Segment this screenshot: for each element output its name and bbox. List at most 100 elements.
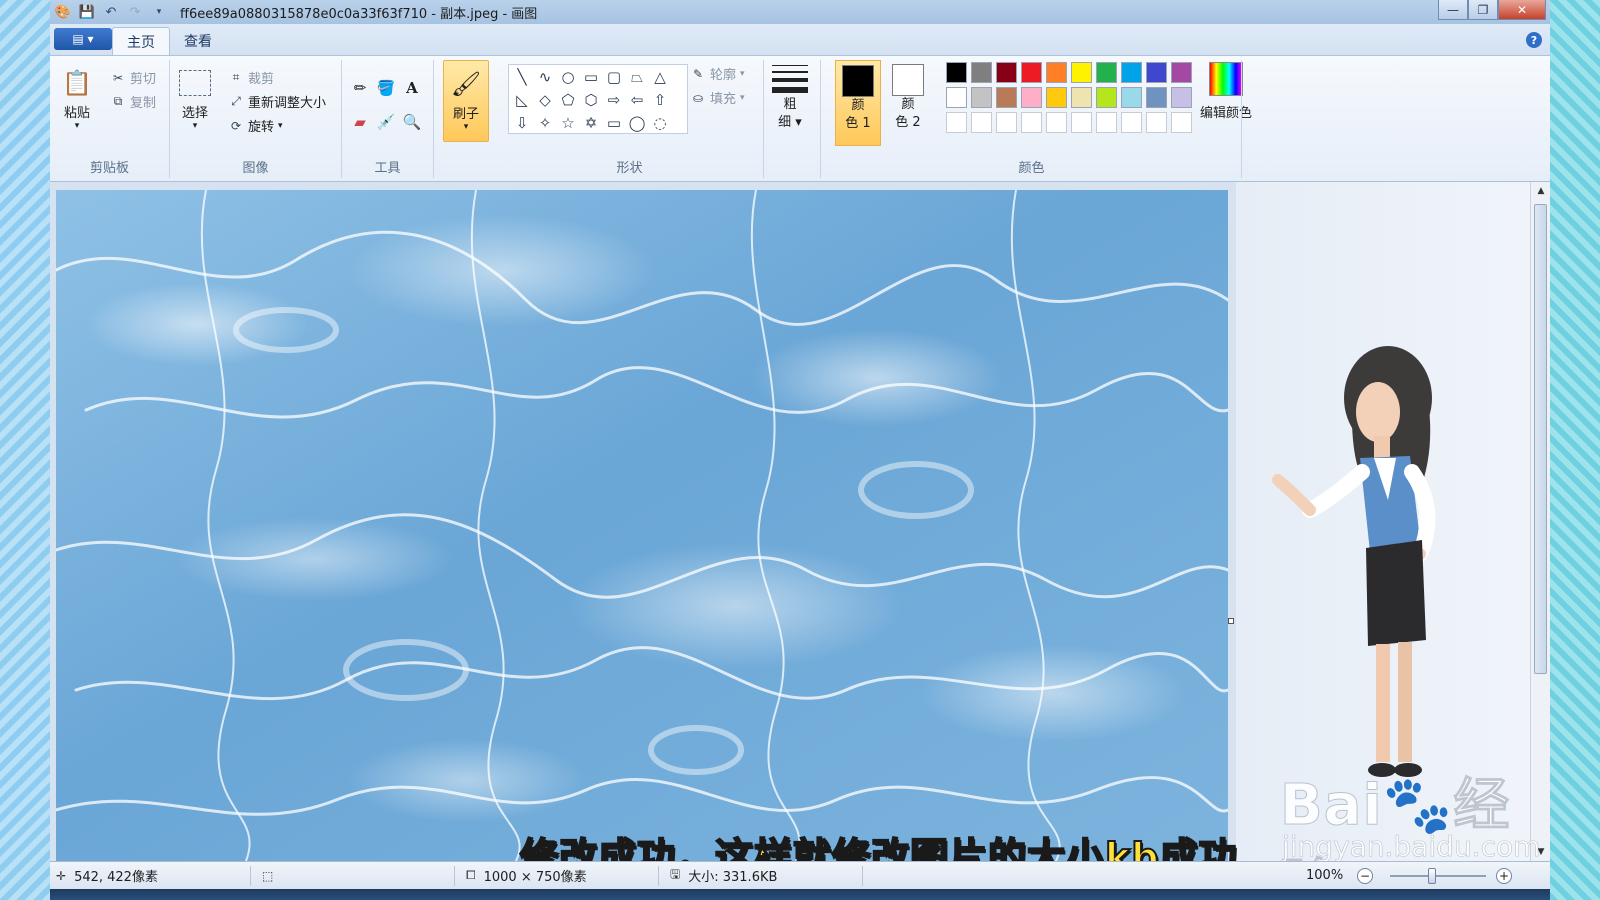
dimensions-icon: ⧠ [466, 868, 476, 882]
image-dimensions: ⧠ 1000 × 750像素 [466, 868, 587, 885]
maximize-button[interactable]: ❐ [1468, 0, 1498, 20]
resize-icon: ⤢ [231, 94, 241, 108]
drawing-canvas[interactable] [56, 190, 1228, 861]
shape-option-icon[interactable]: ◇ [534, 89, 556, 111]
eraser-icon[interactable]: ▰ [348, 110, 372, 134]
text-tool-icon[interactable]: A [400, 76, 424, 100]
zoom-slider-thumb[interactable] [1428, 868, 1436, 884]
shape-option-icon[interactable]: ⬠ [557, 89, 579, 111]
zoom-slider-track[interactable] [1390, 875, 1486, 877]
chevron-down-icon: ▾ [463, 122, 469, 132]
clipboard-group: 📋 粘贴 ▾ ✂ 剪切 ⧉ 复制 剪贴板 [50, 60, 170, 178]
outline-pen-icon: ✎ [692, 66, 704, 81]
image-group-label: 图像 [242, 161, 269, 176]
magnifier-icon[interactable]: 🔍 [400, 110, 424, 134]
shape-option-icon[interactable]: ⬡ [580, 89, 602, 111]
size-label-2: 细 ▾ [778, 115, 802, 130]
size-button[interactable]: 粗 细 ▾ [772, 62, 808, 132]
outline-button[interactable]: ✎ 轮廓 ▾ [690, 64, 745, 84]
ribbon: 📋 粘贴 ▾ ✂ 剪切 ⧉ 复制 剪贴板 选择 ▾ ⌗ 裁剪 ⤢ 重新调整大小 … [50, 56, 1550, 182]
resize-label: 重新调整大小 [248, 96, 327, 111]
close-button[interactable]: ✕ [1498, 0, 1546, 20]
chevron-down-icon: ▾ [740, 92, 745, 103]
crop-label: 裁剪 [248, 72, 275, 87]
desktop-background-left [0, 0, 50, 900]
zoom-out-icon[interactable]: − [1357, 868, 1373, 884]
shape-option-icon[interactable]: ☆ [557, 112, 579, 134]
colors-group-label: 颜色 [1018, 161, 1045, 176]
paint-window: 🎨 💾 ↶ ↷ ▾ ff6ee89a0880315878e0c0a33f63f7… [50, 0, 1550, 900]
shape-option-icon[interactable]: ▭ [580, 66, 602, 88]
shape-option-icon[interactable]: ○ [557, 66, 579, 88]
shape-option-icon[interactable]: ◺ [511, 89, 533, 111]
scrollbar-thumb[interactable] [1534, 204, 1547, 674]
zoom-level: 100% [1306, 868, 1344, 883]
colors-group: 颜色 [822, 60, 1242, 178]
paste-button[interactable]: 📋 粘贴 ▾ [60, 64, 94, 131]
shape-option-icon[interactable]: ✡ [580, 112, 602, 134]
tools-group: ✏ 🪣 A ▰ 💉 🔍 工具 [342, 60, 434, 178]
image-group: 选择 ▾ ⌗ 裁剪 ⤢ 重新调整大小 ⟳ 旋转 ▾ 图像 [170, 60, 342, 178]
shapes-gallery: ╲ ∿ ○ ▭ ▢ ⏢ △ ◺ ◇ ⬠ ⬡ ⇨ ⇦ ⇧ ⇩ ✧ ☆ ✡ ▭ ◯ ◌ [508, 64, 688, 134]
shape-option-icon[interactable]: ◯ [626, 112, 648, 134]
brush-icon: 🖌 [450, 70, 482, 98]
paw-icon: 🐾 [1382, 773, 1454, 839]
copy-icon: ⧉ [113, 94, 123, 108]
crop-icon: ⌗ [232, 70, 240, 84]
desktop-background-right [1550, 0, 1600, 900]
crop-button[interactable]: ⌗ 裁剪 [228, 68, 274, 87]
customize-toolbar-icon[interactable]: ▾ [150, 3, 168, 21]
tab-view[interactable]: 查看 [170, 27, 226, 55]
help-icon[interactable]: ? [1526, 32, 1542, 48]
shape-option-icon[interactable]: ⇩ [511, 112, 533, 134]
fill-button[interactable]: ⛀ 填充 ▾ [690, 88, 745, 108]
shapes-group-label: 形状 [616, 161, 643, 176]
scroll-up-icon[interactable]: ▲ [1531, 182, 1550, 200]
scissors-icon: ✂ [112, 70, 124, 85]
shape-option-icon[interactable]: ▢ [603, 66, 625, 88]
select-button[interactable]: 选择 ▾ [178, 64, 212, 131]
brushes-button[interactable]: 🖌 刷子 ▾ [443, 60, 489, 142]
minimize-button[interactable]: — [1438, 0, 1468, 20]
cut-button[interactable]: ✂ 剪切 [110, 68, 156, 88]
shape-option-icon[interactable]: ⇧ [649, 89, 671, 111]
shape-option-icon[interactable]: △ [649, 66, 671, 88]
shape-option-icon[interactable]: ▭ [603, 112, 625, 134]
crosshair-icon: ✛ [56, 868, 67, 883]
fill-bucket-icon[interactable]: 🪣 [374, 76, 398, 100]
paint-app-icon[interactable]: 🎨 [54, 3, 72, 21]
color-picker-icon[interactable]: 💉 [374, 110, 398, 134]
canvas-resize-handle[interactable] [1228, 618, 1234, 624]
disk-icon: 🖫 [670, 867, 681, 881]
zoom-in-icon[interactable]: + [1496, 868, 1512, 884]
tab-home[interactable]: 主页 [112, 27, 170, 55]
chevron-down-icon: ▾ [740, 68, 745, 79]
shape-option-icon[interactable]: ∿ [534, 66, 556, 88]
select-label: 选择 [181, 106, 208, 121]
water-caustics-image [56, 190, 1228, 861]
cursor-position: ✛ 542, 422像素 [56, 868, 158, 886]
window-title: ff6ee89a0880315878e0c0a33f63f710 - 副本.jp… [180, 6, 538, 22]
presenter-character [1272, 346, 1436, 777]
shape-option-icon[interactable]: ⇨ [603, 89, 625, 111]
paint-menu-button[interactable]: ▤ ▾ [54, 28, 112, 50]
line-width-icon [772, 62, 808, 96]
shape-option-icon[interactable]: ✧ [534, 112, 556, 134]
shape-option-icon[interactable]: ◌ [649, 112, 671, 134]
shape-option-icon[interactable]: ⏢ [626, 66, 648, 88]
redo-icon[interactable]: ↷ [126, 3, 144, 21]
pencil-icon[interactable]: ✏ [348, 76, 372, 100]
brushes-label: 刷子 [452, 107, 479, 122]
rotate-button[interactable]: ⟳ 旋转 ▾ [228, 116, 283, 136]
fill-label: 填充 [710, 92, 737, 107]
shape-option-icon[interactable]: ⇦ [626, 89, 648, 111]
undo-icon[interactable]: ↶ [102, 3, 120, 21]
copy-button[interactable]: ⧉ 复制 [110, 92, 156, 111]
chevron-down-icon: ▾ [192, 121, 198, 131]
file-size: 🖫 大小: 331.6KB [670, 867, 778, 885]
shape-option-icon[interactable]: ╲ [511, 66, 533, 88]
resize-button[interactable]: ⤢ 重新调整大小 [228, 92, 326, 111]
paste-label: 粘贴 [63, 106, 90, 121]
fill-bucket-icon: ⛀ [692, 90, 704, 105]
save-icon[interactable]: 💾 [78, 3, 96, 21]
